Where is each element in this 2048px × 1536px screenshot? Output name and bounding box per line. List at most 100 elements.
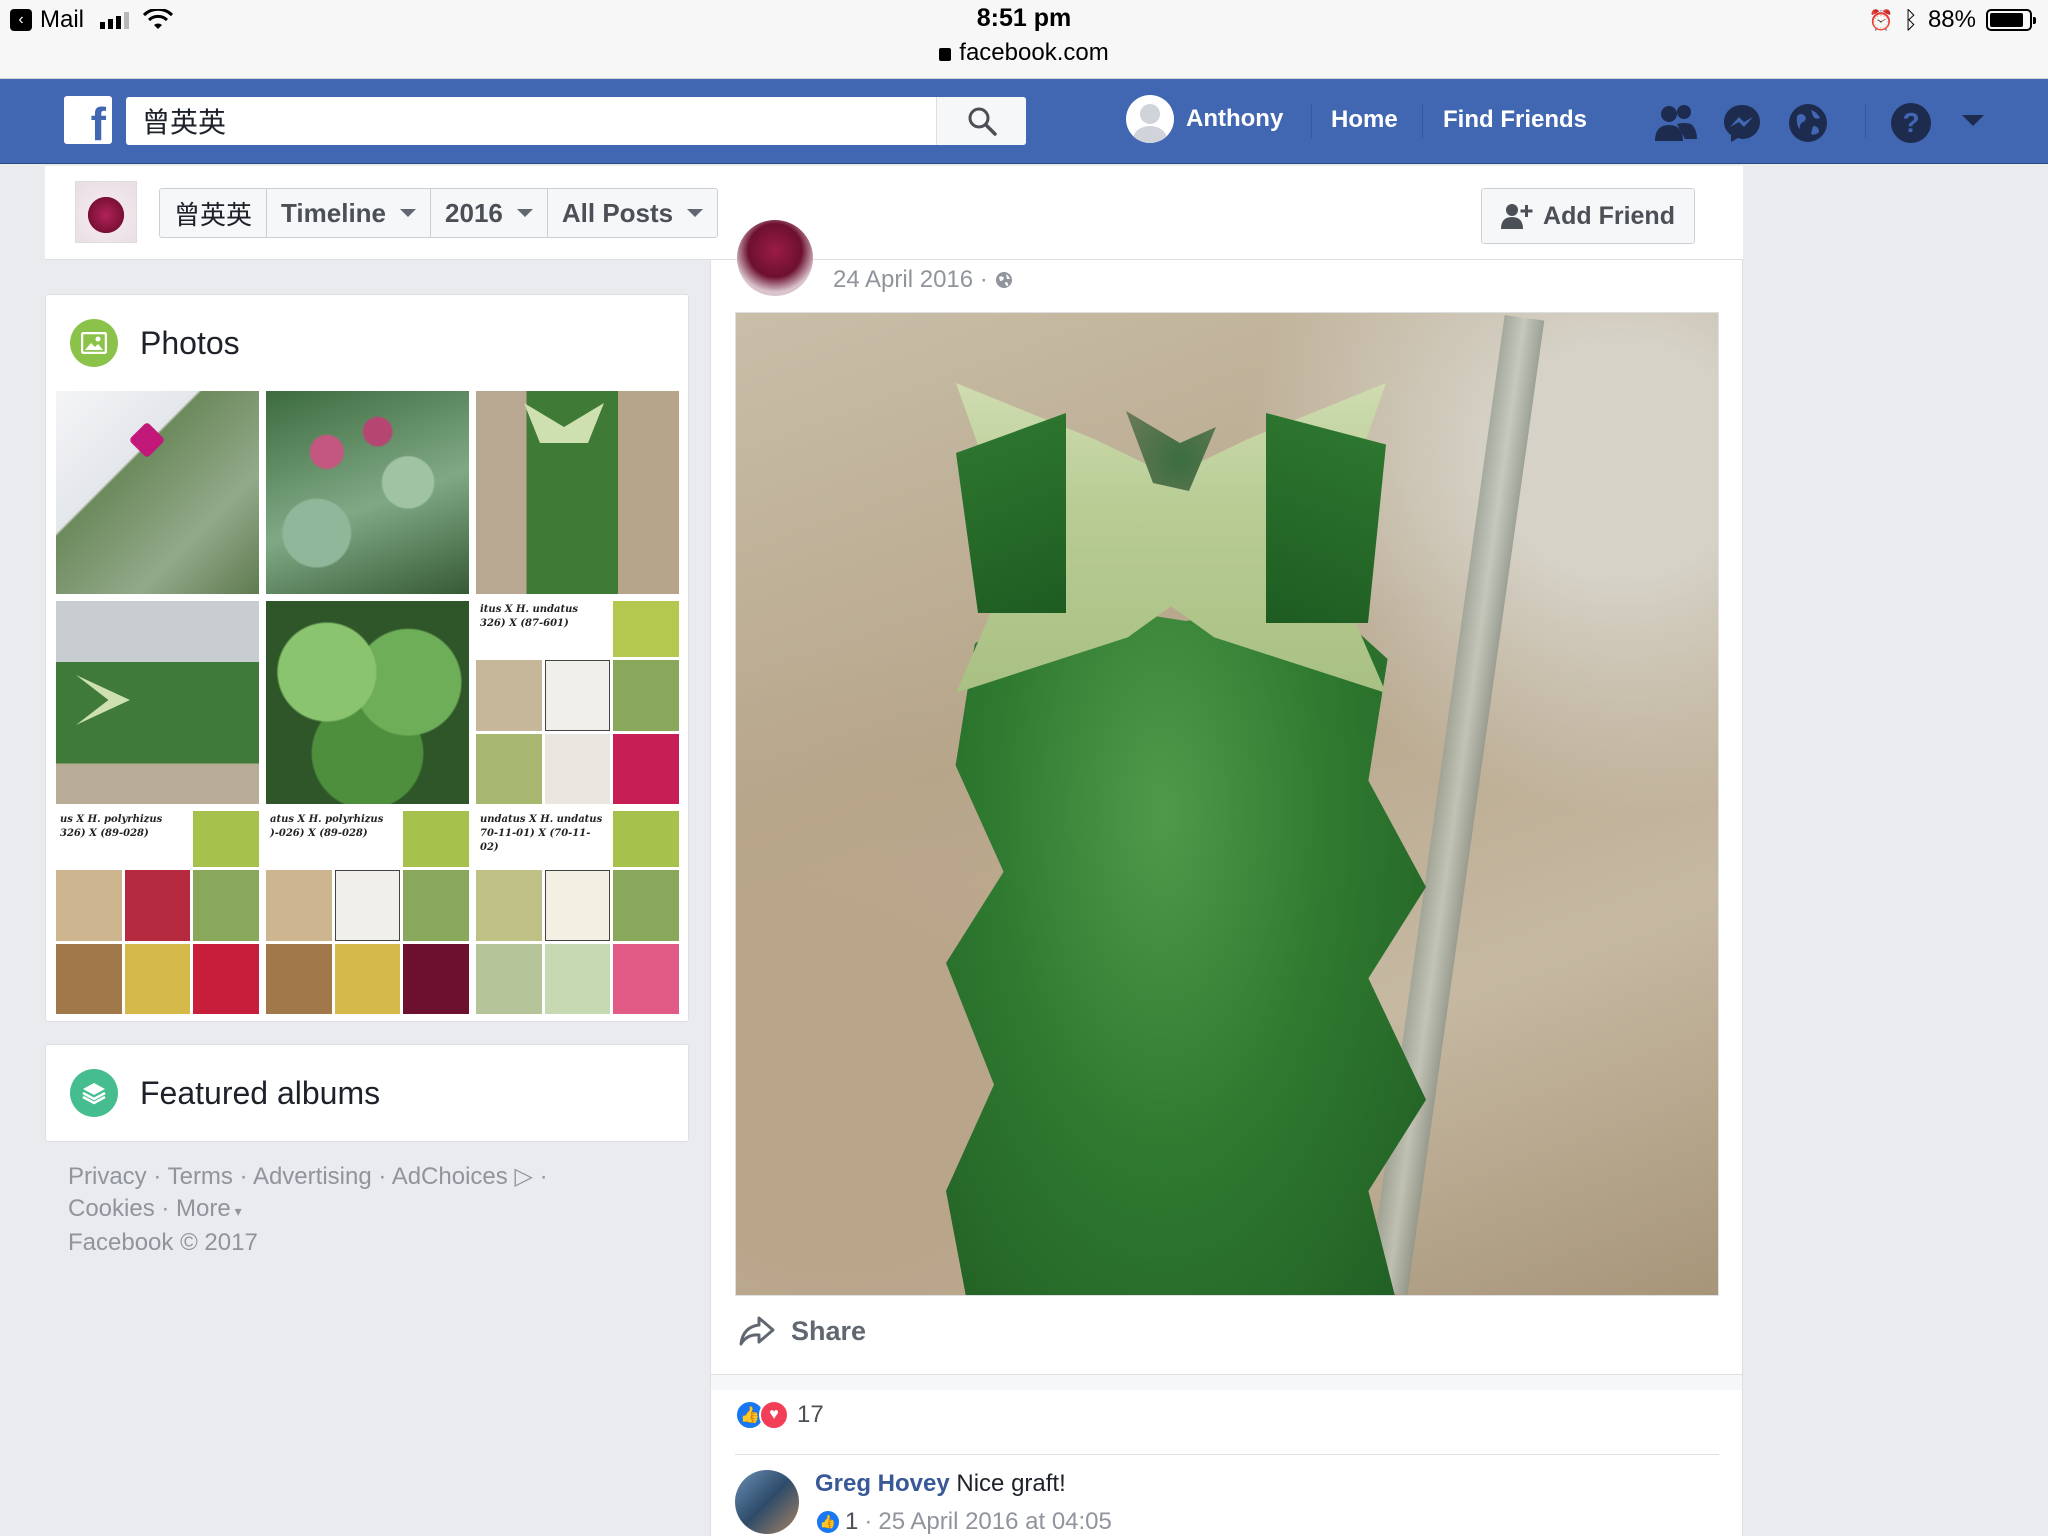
footer-link-more[interactable]: More bbox=[176, 1195, 231, 1222]
chevron-down-icon bbox=[516, 209, 533, 217]
notifications-globe-icon[interactable] bbox=[1784, 99, 1832, 147]
facebook-logo-icon[interactable]: f bbox=[64, 96, 112, 144]
photo-thumbnail[interactable] bbox=[266, 391, 469, 594]
footer-link-advertising[interactable]: Advertising bbox=[253, 1163, 372, 1190]
public-globe-icon bbox=[996, 272, 1013, 288]
address-bar[interactable]: facebook.com bbox=[0, 39, 2048, 67]
commenter-avatar[interactable] bbox=[735, 1470, 799, 1534]
status-center: 8:51 pm facebook.com bbox=[0, 4, 2048, 67]
breadcrumb-filter[interactable]: All Posts bbox=[548, 189, 717, 237]
add-friend-icon bbox=[1501, 204, 1533, 229]
love-reaction-icon: ♥ bbox=[759, 1400, 789, 1430]
profile-thumbnail[interactable] bbox=[75, 181, 137, 243]
add-friend-button[interactable]: Add Friend bbox=[1481, 188, 1695, 244]
alarm-icon: ⏰ bbox=[1868, 9, 1894, 32]
photos-header[interactable]: Photos bbox=[70, 319, 240, 367]
nav-icons bbox=[1652, 99, 1832, 147]
featured-albums-header[interactable]: Featured albums bbox=[70, 1069, 380, 1117]
nav-divider bbox=[1865, 104, 1866, 138]
chevron-down-icon bbox=[687, 209, 704, 217]
nav-find-friends[interactable]: Find Friends bbox=[1443, 106, 1587, 134]
nav-home[interactable]: Home bbox=[1331, 106, 1398, 134]
collage-caption: us X H. polyrhizus 326) X (89-028) bbox=[60, 814, 163, 839]
search-input[interactable] bbox=[126, 97, 936, 145]
battery-percent: 88% bbox=[1927, 6, 1976, 33]
collage-caption: undatus X H. undatus 70-11-01) X (70-11-… bbox=[480, 814, 603, 853]
comment-like-count[interactable]: 1 bbox=[845, 1508, 858, 1536]
nav-divider bbox=[1311, 104, 1312, 138]
comment-timestamp[interactable]: 25 April 2016 at 04:05 bbox=[878, 1508, 1112, 1536]
avatar bbox=[1126, 95, 1174, 143]
commenter-name[interactable]: Greg Hovey bbox=[815, 1470, 950, 1497]
battery-icon bbox=[1986, 9, 2036, 31]
post-photo[interactable] bbox=[735, 312, 1719, 1296]
comment-body: Greg Hovey Nice graft! 👍 1 · 25 April 20… bbox=[815, 1470, 1112, 1536]
page-footer: Privacy · Terms · Advertising · AdChoice… bbox=[68, 1160, 628, 1259]
collage-caption: itus X H. undatus 326) X (87-601) bbox=[480, 604, 578, 629]
breadcrumb-profile-name[interactable]: 曾英英 bbox=[160, 189, 268, 237]
scion-right-wing bbox=[1266, 413, 1386, 623]
post-author-avatar[interactable] bbox=[737, 220, 813, 296]
like-reaction-icon: 👍 bbox=[815, 1509, 841, 1535]
cactus-graft-tip bbox=[76, 675, 130, 725]
share-arrow-icon bbox=[739, 1316, 775, 1346]
facebook-top-bar: f Anthony Home Find Friends bbox=[0, 79, 2048, 164]
reactions-summary[interactable]: 👍 ♥ 17 bbox=[735, 1400, 824, 1430]
breadcrumb-year[interactable]: 2016 bbox=[431, 189, 548, 237]
flower-bud bbox=[128, 421, 166, 459]
comment-text: Nice graft! bbox=[956, 1470, 1066, 1497]
breadcrumb-timeline[interactable]: Timeline bbox=[267, 189, 432, 237]
status-right: ⏰ ᛒ 88% bbox=[1868, 6, 2036, 34]
footer-link-adchoices[interactable]: AdChoices bbox=[392, 1163, 508, 1190]
footer-link-terms[interactable]: Terms bbox=[168, 1163, 233, 1190]
search-icon bbox=[968, 107, 997, 136]
photo-thumbnail[interactable] bbox=[476, 391, 679, 594]
comment-meta: 👍 1 · 25 April 2016 at 04:05 bbox=[815, 1508, 1112, 1536]
search-box bbox=[126, 97, 1026, 145]
svg-text:?: ? bbox=[1902, 107, 1919, 138]
scion-left-wing bbox=[956, 413, 1066, 613]
help-icon[interactable]: ? bbox=[1887, 99, 1935, 147]
albums-icon bbox=[70, 1069, 118, 1117]
comments-divider bbox=[735, 1454, 1719, 1455]
photos-grid: itus X H. undatus 326) X (87-601) us X H… bbox=[56, 391, 679, 1014]
lock-icon bbox=[939, 48, 952, 61]
adchoices-icon[interactable]: ▷ bbox=[514, 1162, 532, 1190]
chevron-down-icon[interactable]: ▾ bbox=[231, 1203, 242, 1219]
friend-requests-icon[interactable] bbox=[1652, 99, 1700, 147]
share-button[interactable]: Share bbox=[737, 1314, 866, 1348]
photo-collage-thumbnail[interactable]: atus X H. polyrhizus )-026) X (89-028) bbox=[266, 811, 469, 1014]
photo-thumbnail[interactable] bbox=[56, 601, 259, 804]
nav-profile-link[interactable]: Anthony bbox=[1126, 95, 1283, 143]
nav-divider bbox=[1422, 104, 1423, 138]
photo-collage-thumbnail[interactable]: itus X H. undatus 326) X (87-601) bbox=[476, 601, 679, 804]
profile-timeline-bar: 曾英英 Timeline 2016 All Posts Add Friend bbox=[45, 166, 1743, 260]
chevron-down-icon bbox=[400, 209, 417, 217]
account-menu-chevron-down-icon[interactable] bbox=[1962, 115, 1984, 126]
footer-copyright: Facebook © 2017 bbox=[68, 1229, 258, 1256]
share-label: Share bbox=[791, 1315, 867, 1346]
photo-collage-thumbnail[interactable]: undatus X H. undatus 70-11-01) X (70-11-… bbox=[476, 811, 679, 1014]
photos-title: Photos bbox=[140, 324, 240, 361]
timeline-post: 24 April 2016 · Share 👍 ♥ 17 Greg Hovey … bbox=[710, 220, 1743, 1536]
cactus-stem bbox=[946, 598, 1426, 1295]
photo-collage-thumbnail[interactable]: us X H. polyrhizus 326) X (89-028) bbox=[56, 811, 259, 1014]
photo-thumbnail[interactable] bbox=[266, 601, 469, 804]
footer-link-cookies[interactable]: Cookies bbox=[68, 1195, 155, 1222]
footer-link-privacy[interactable]: Privacy bbox=[68, 1163, 147, 1190]
photo-thumbnail[interactable] bbox=[56, 391, 259, 594]
cactus-graft-tip bbox=[524, 403, 604, 443]
post-section-divider bbox=[711, 1374, 1742, 1390]
reaction-count: 17 bbox=[797, 1401, 824, 1428]
post-date[interactable]: 24 April 2016 bbox=[833, 266, 973, 293]
bluetooth-icon: ᛒ bbox=[1903, 6, 1918, 34]
profile-name: Anthony bbox=[1186, 105, 1284, 132]
url-text: facebook.com bbox=[959, 39, 1109, 66]
featured-albums-card: Featured albums bbox=[45, 1044, 689, 1142]
messenger-icon[interactable] bbox=[1718, 99, 1766, 147]
collage-caption: atus X H. polyrhizus )-026) X (89-028) bbox=[270, 814, 384, 839]
photos-icon bbox=[70, 319, 118, 367]
featured-albums-title: Featured albums bbox=[140, 1074, 381, 1111]
search-button[interactable] bbox=[936, 97, 1026, 145]
ios-status-bar: ‹ Mail 8:51 pm facebook.com ⏰ ᛒ 88% bbox=[0, 0, 2048, 79]
